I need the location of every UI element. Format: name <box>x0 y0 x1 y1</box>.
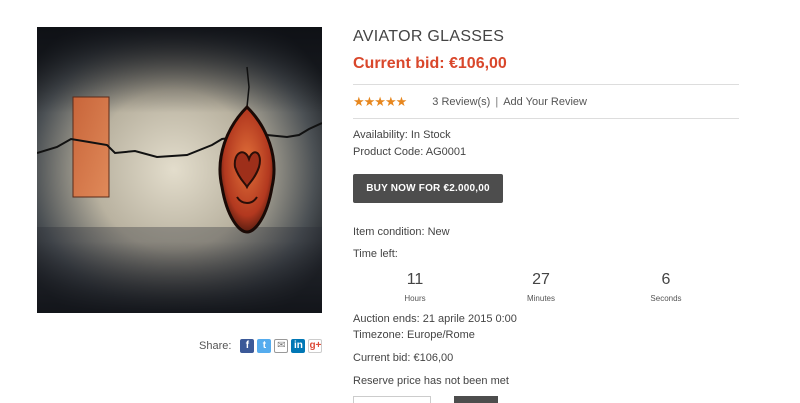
hours-value: 11 <box>406 271 424 288</box>
current-bid: Current bid: €106,00 <box>353 352 454 364</box>
countdown-seconds: 6 Seconds <box>621 271 711 303</box>
seconds-value: 6 <box>661 271 671 288</box>
rating-row: ★★★★★ 3 Review(s) | Add Your Review <box>353 94 587 110</box>
facebook-icon[interactable]: f <box>240 339 255 353</box>
share-label: Share: <box>199 340 232 352</box>
separator: | <box>495 96 499 108</box>
reviews-link[interactable]: 3 Review(s) <box>432 96 490 108</box>
linkedin-icon[interactable]: in <box>291 339 306 353</box>
google-plus-icon[interactable]: g+ <box>308 339 323 353</box>
email-icon[interactable]: ✉ <box>274 339 289 353</box>
time-left-label: Time left: <box>353 248 398 260</box>
minutes-value: 27 <box>532 271 550 288</box>
share-row: Share: f t ✉ in g+ <box>199 338 323 354</box>
reserve-price-status: Reserve price has not been met <box>353 375 509 387</box>
divider <box>353 118 739 119</box>
add-review-link[interactable]: Add Your Review <box>503 96 587 108</box>
seconds-label: Seconds <box>650 294 682 303</box>
auction-ends: Auction ends: 21 aprile 2015 0:00 <box>353 313 517 325</box>
buy-now-button[interactable]: BUY NOW FOR €2.000,00 <box>353 174 503 203</box>
countdown-hours: 11 Hours <box>370 271 460 303</box>
twitter-icon[interactable]: t <box>257 339 272 353</box>
timezone: Timezone: Europe/Rome <box>353 329 475 341</box>
countdown-minutes: 27 Minutes <box>496 271 586 303</box>
rating-stars: ★★★★★ <box>353 94 407 109</box>
minutes-label: Minutes <box>526 294 555 303</box>
countdown-timer: 11 Hours 27 Minutes 6 Seconds <box>353 271 739 307</box>
product-code: Product Code: AG0001 <box>353 146 467 158</box>
current-bid-heading: Current bid: €106,00 <box>353 55 507 72</box>
availability: Availability: In Stock <box>353 129 451 141</box>
product-image[interactable] <box>37 27 322 313</box>
product-title: AVIATOR GLASSES <box>353 28 505 45</box>
divider <box>353 84 739 85</box>
hours-label: Hours <box>404 294 426 303</box>
item-condition: Item condition: New <box>353 226 450 238</box>
